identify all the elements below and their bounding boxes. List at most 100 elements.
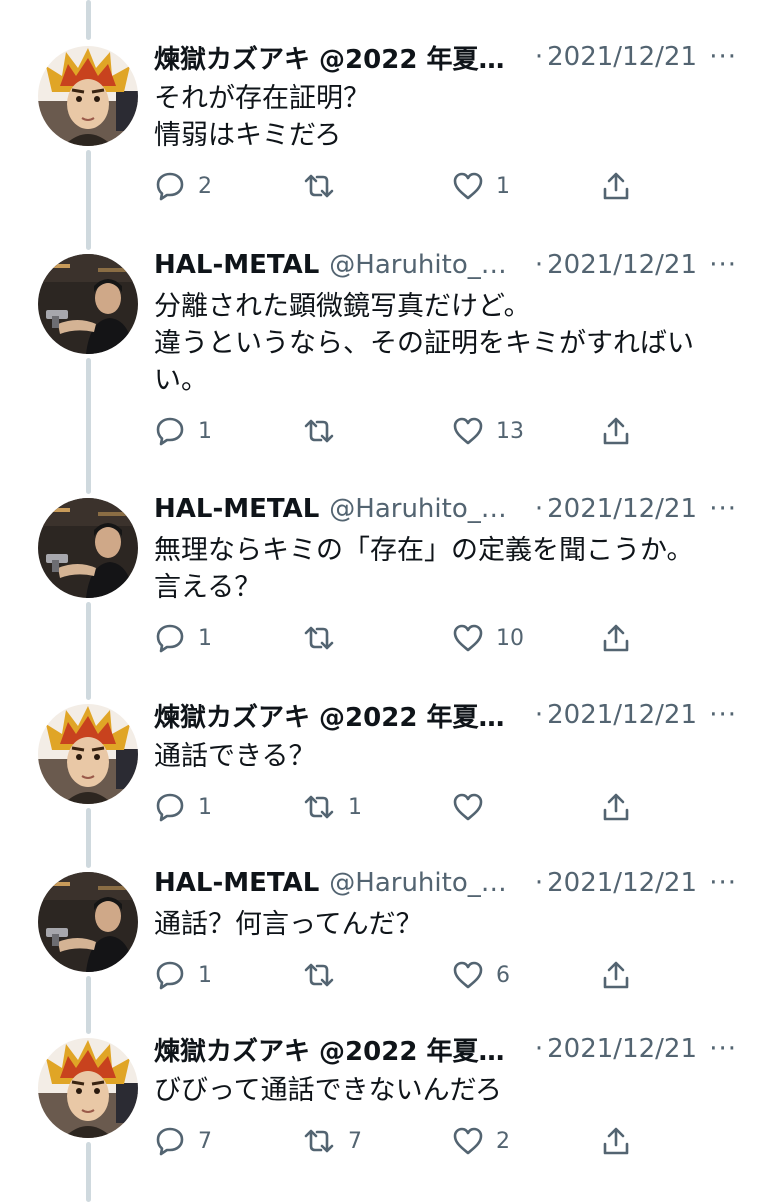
- tweet-date[interactable]: 2021/12/21: [547, 250, 697, 280]
- avatar[interactable]: [38, 1038, 138, 1138]
- like-button[interactable]: 1: [452, 168, 510, 204]
- reply-icon: [154, 170, 186, 202]
- tweet[interactable]: HAL-METAL @Haruhito_… · 2021/12/21 ··· 無理ならキミ…: [0, 492, 765, 698]
- tweet-text-line: びびって通話できないんだろ: [154, 1075, 503, 1106]
- like-count: 1: [496, 173, 510, 199]
- tweet-actions: 1 10: [154, 620, 634, 656]
- tweet-date[interactable]: 2021/12/21: [547, 1034, 697, 1064]
- display-name[interactable]: HAL-METAL: [154, 250, 319, 280]
- share-button[interactable]: [600, 957, 632, 993]
- like-icon: [452, 415, 484, 447]
- display-name[interactable]: 煉獄カズアキ @2022 年夏…: [154, 1037, 504, 1067]
- share-button[interactable]: [600, 1123, 632, 1159]
- avatar[interactable]: [38, 704, 138, 804]
- tweet-actions: 16: [154, 957, 634, 993]
- reply-count: 7: [198, 1128, 212, 1154]
- tweet[interactable]: HAL-METAL @Haruhito_… · 2021/12/21 ··· 通話？何言っ…: [0, 866, 765, 1032]
- retweet-button[interactable]: [302, 957, 348, 993]
- display-name[interactable]: HAL-METAL: [154, 868, 319, 898]
- tweet[interactable]: 煉獄カズアキ @2022 年夏… · 2021/12/21 ··· びびって通話できない…: [0, 1032, 765, 1200]
- reply-count: 1: [198, 962, 212, 988]
- like-icon: [452, 622, 484, 654]
- reply-count: 1: [198, 794, 212, 820]
- like-button[interactable]: 13: [452, 413, 524, 449]
- more-icon[interactable]: ···: [697, 1034, 737, 1064]
- tweet-date[interactable]: 2021/12/21: [547, 494, 697, 524]
- retweet-button[interactable]: [302, 413, 348, 449]
- retweet-count: 1: [348, 794, 362, 820]
- tweet-header: HAL-METAL @Haruhito_… · 2021/12/21 ···: [154, 248, 737, 282]
- retweet-icon: [302, 622, 336, 654]
- more-icon[interactable]: ···: [697, 42, 737, 72]
- reply-button[interactable]: 1: [154, 957, 212, 993]
- more-icon[interactable]: ···: [697, 868, 737, 898]
- retweet-icon: [302, 170, 336, 202]
- display-name[interactable]: HAL-METAL: [154, 494, 319, 524]
- share-button[interactable]: [600, 789, 632, 825]
- reply-count: 1: [198, 625, 212, 651]
- tweet[interactable]: HAL-METAL @Haruhito_… · 2021/12/21 ··· 分離された顕…: [0, 248, 765, 492]
- tweet-date[interactable]: 2021/12/21: [547, 700, 697, 730]
- tweet-actions: 7 7 2: [154, 1123, 634, 1159]
- user-handle[interactable]: @Haruhito_…: [329, 494, 506, 524]
- tweet-text-line: 通話できる？: [154, 741, 316, 772]
- retweet-icon: [302, 415, 336, 447]
- more-icon[interactable]: ···: [697, 700, 737, 730]
- avatar[interactable]: [38, 46, 138, 146]
- more-icon[interactable]: ···: [697, 494, 737, 524]
- tweet-text: びびって通話できないんだろ: [154, 1072, 725, 1109]
- like-icon: [452, 959, 484, 991]
- tweet-date[interactable]: 2021/12/21: [547, 868, 697, 898]
- retweet-icon: [302, 959, 336, 991]
- tweet-actions: 11: [154, 789, 634, 825]
- reply-button[interactable]: 1: [154, 413, 212, 449]
- reply-button[interactable]: 1: [154, 620, 212, 656]
- avatar[interactable]: [38, 498, 138, 598]
- more-icon[interactable]: ···: [697, 250, 737, 280]
- like-count: 2: [496, 1128, 510, 1154]
- tweet[interactable]: 煉獄カズアキ @2022 年夏… · 2021/12/21 ··· 通話できる？ 1 1: [0, 698, 765, 866]
- tweet-header: HAL-METAL @Haruhito_… · 2021/12/21 ···: [154, 866, 737, 900]
- author-names: 煉獄カズアキ @2022 年夏…: [154, 39, 527, 76]
- author-names: HAL-METAL @Haruhito_…: [154, 250, 527, 280]
- reply-button[interactable]: 1: [154, 789, 212, 825]
- tweet-date[interactable]: 2021/12/21: [547, 42, 697, 72]
- retweet-button[interactable]: 1: [302, 789, 362, 825]
- avatar[interactable]: [38, 254, 138, 354]
- tweet-actions: 1 13: [154, 413, 634, 449]
- retweet-button[interactable]: 7: [302, 1123, 362, 1159]
- user-handle[interactable]: @Haruhito_…: [329, 868, 506, 898]
- like-count: 10: [496, 625, 524, 651]
- display-name[interactable]: 煉獄カズアキ @2022 年夏…: [154, 45, 504, 75]
- like-button[interactable]: 2: [452, 1123, 510, 1159]
- retweet-icon: [302, 791, 336, 823]
- reply-count: 1: [198, 418, 212, 444]
- like-icon: [452, 1125, 484, 1157]
- reply-button[interactable]: 2: [154, 168, 212, 204]
- like-button[interactable]: 10: [452, 620, 524, 656]
- share-button[interactable]: [600, 168, 632, 204]
- dot-separator: ·: [534, 1034, 544, 1064]
- tweet-text-line: 通話？何言ってんだ？: [154, 909, 423, 940]
- like-button[interactable]: [452, 789, 496, 825]
- avatar[interactable]: [38, 872, 138, 972]
- tweet[interactable]: 煉獄カズアキ @2022 年夏… · 2021/12/21 ··· それが存在証明？ 情弱…: [0, 40, 765, 248]
- tweet-text-line: 情弱はキミだろ: [154, 120, 342, 151]
- share-button[interactable]: [600, 413, 632, 449]
- retweet-button[interactable]: [302, 620, 348, 656]
- tweet-header: 煉獄カズアキ @2022 年夏… · 2021/12/21 ···: [154, 698, 737, 733]
- tweet-text-line: それが存在証明？: [154, 83, 370, 114]
- tweet-text-line: 分離された顕微鏡写真だけど。: [154, 291, 531, 322]
- reply-button[interactable]: 7: [154, 1123, 212, 1159]
- retweet-button[interactable]: [302, 168, 348, 204]
- like-count: 13: [496, 418, 524, 444]
- like-icon: [452, 170, 484, 202]
- dot-separator: ·: [534, 250, 544, 280]
- retweet-icon: [302, 1125, 336, 1157]
- dot-separator: ·: [534, 700, 544, 730]
- display-name[interactable]: 煉獄カズアキ @2022 年夏…: [154, 703, 504, 733]
- share-button[interactable]: [600, 620, 632, 656]
- like-button[interactable]: 6: [452, 957, 510, 993]
- tweet-header: 煉獄カズアキ @2022 年夏… · 2021/12/21 ···: [154, 1032, 737, 1067]
- user-handle[interactable]: @Haruhito_…: [329, 250, 506, 280]
